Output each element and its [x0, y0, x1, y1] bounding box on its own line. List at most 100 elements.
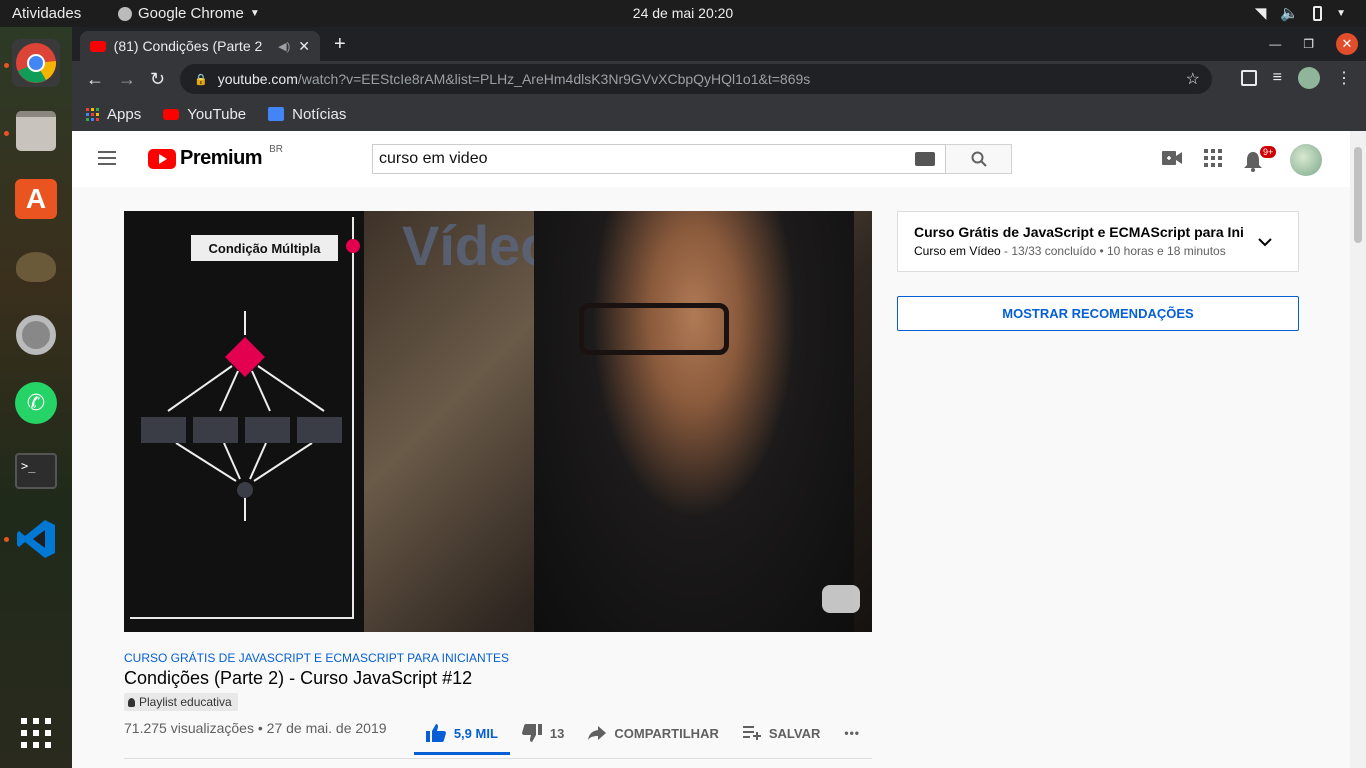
chrome-small-icon: [118, 6, 132, 21]
wifi-icon: ◥: [1254, 5, 1267, 22]
save-button[interactable]: SALVAR: [731, 711, 833, 755]
header-actions: 9+: [1162, 144, 1322, 176]
notifications-icon[interactable]: 9+: [1244, 146, 1277, 172]
extension-icon[interactable]: [1240, 70, 1257, 86]
browser-tab[interactable]: (81) Condições (Parte 2 ◀) ✕: [80, 31, 320, 61]
logo-text: Premium: [180, 147, 263, 169]
files-icon[interactable]: [12, 107, 60, 155]
system-top-bar: Atividades Google Chrome ▼ 24 de mai 20:…: [0, 0, 1366, 27]
divider: [124, 758, 872, 759]
dock: A ✆ >_: [0, 27, 72, 768]
video-player[interactable]: Condição Múltipla Vídeo: [124, 211, 872, 632]
window-controls: — ❐ ✕: [1269, 33, 1358, 55]
youtube-favicon-icon: [163, 108, 180, 120]
channel-watermark-icon[interactable]: [822, 585, 860, 613]
dislike-button[interactable]: 13: [510, 711, 576, 755]
gimp-icon[interactable]: [12, 243, 60, 291]
battery-icon: [1313, 5, 1323, 21]
keyboard-icon[interactable]: [915, 152, 935, 166]
account-avatar[interactable]: [1290, 144, 1322, 176]
view-count-and-date: 71.275 visualizações • 27 de mai. de 201…: [124, 720, 387, 736]
youtube-page: Premium BR curso em video 9+ Condição Mú…: [72, 131, 1350, 768]
youtube-header: Premium BR curso em video 9+: [72, 131, 1350, 187]
lock-icon: 🔒: [194, 73, 208, 86]
more-actions-button[interactable]: •••: [832, 711, 872, 755]
search-button[interactable]: [946, 144, 1012, 174]
vscode-icon[interactable]: [12, 515, 60, 563]
caret-down-icon: ▼: [249, 8, 260, 19]
maximize-icon[interactable]: ❐: [1303, 37, 1314, 51]
software-center-icon[interactable]: A: [12, 175, 60, 223]
presenter: [534, 211, 854, 632]
close-window-icon[interactable]: ✕: [1336, 33, 1358, 55]
lightbulb-icon: [128, 697, 135, 707]
settings-icon[interactable]: [12, 311, 60, 359]
tab-close-icon[interactable]: ✕: [298, 38, 310, 55]
caret-down-icon: ▼: [1336, 7, 1346, 19]
minimize-icon[interactable]: —: [1269, 37, 1281, 51]
new-tab-button[interactable]: +: [334, 33, 346, 56]
app-grid-icon[interactable]: [12, 709, 60, 757]
search-input[interactable]: curso em video: [372, 144, 946, 174]
notification-count-badge: 9+: [1260, 146, 1277, 158]
scrollbar-thumb[interactable]: [1354, 147, 1362, 243]
playlist-title[interactable]: Curso Grátis de JavaScript e ECMAScript …: [914, 224, 1244, 240]
bookmark-label: Apps: [107, 105, 142, 123]
bookmarks-bar: Apps YouTube Notícias: [72, 97, 1366, 131]
whatsapp-icon[interactable]: ✆: [12, 379, 60, 427]
thumbs-down-icon: [521, 724, 542, 742]
reload-icon[interactable]: ↻: [150, 69, 165, 90]
video-actions: 5,9 MIL 13 COMPARTILHAR SALVAR •••: [413, 711, 872, 755]
background-sign: Vídeo: [402, 214, 555, 277]
bookmark-star-icon[interactable]: ☆: [1186, 69, 1200, 89]
apps-icon[interactable]: [1204, 148, 1222, 172]
education-chip[interactable]: Playlist educativa: [124, 693, 238, 711]
app-menu-label: Google Chrome: [138, 5, 244, 22]
system-tray[interactable]: ◥ 🔈 ▼: [1255, 4, 1346, 22]
terminal-icon[interactable]: >_: [12, 447, 60, 495]
bookmark-youtube[interactable]: YouTube: [163, 106, 246, 123]
menu-icon[interactable]: [98, 151, 116, 170]
create-video-icon[interactable]: [1162, 150, 1182, 170]
forward-icon[interactable]: →: [118, 69, 136, 90]
more-icon: •••: [844, 726, 860, 740]
bookmark-label: Notícias: [292, 105, 347, 123]
media-control-icon[interactable]: ≡: [1273, 69, 1282, 87]
profile-avatar[interactable]: [1298, 67, 1320, 89]
presenter-scene: Vídeo: [364, 211, 872, 632]
video-stats-row: 71.275 visualizações • 27 de mai. de 201…: [124, 711, 872, 759]
tab-title: (81) Condições (Parte 2: [113, 38, 263, 54]
bookmark-label: YouTube: [187, 105, 247, 123]
bookmark-apps[interactable]: Apps: [86, 106, 141, 123]
presenter-glasses: [579, 303, 729, 355]
playlist-channel[interactable]: Curso em Vídeo: [914, 244, 1001, 258]
youtube-logo[interactable]: Premium BR: [148, 144, 283, 170]
diagram-panel: Condição Múltipla: [124, 211, 364, 632]
browser-frame: (81) Condições (Parte 2 ◀) ✕ + — ❐ ✕ ← →…: [72, 27, 1366, 131]
activities-button[interactable]: Atividades: [12, 5, 81, 22]
chevron-down-icon[interactable]: [1258, 234, 1272, 252]
video-title: Condições (Parte 2) - Curso JavaScript #…: [124, 668, 473, 688]
browser-toolbar: ← → ↻ 🔒 youtube.com/watch?v=EEStcIe8rAM&…: [72, 61, 1366, 97]
bookmark-noticias[interactable]: Notícias: [268, 106, 346, 123]
chrome-icon[interactable]: [12, 39, 60, 87]
back-icon[interactable]: ←: [86, 69, 104, 90]
page-scrollbar[interactable]: [1350, 131, 1366, 768]
share-button[interactable]: COMPARTILHAR: [576, 711, 730, 755]
audio-playing-icon: ◀): [278, 40, 291, 53]
search-icon: [971, 151, 987, 167]
like-button[interactable]: 5,9 MIL: [413, 711, 510, 755]
app-menu[interactable]: Google Chrome ▼: [118, 5, 260, 22]
url-path: /watch?v=EEStcIe8rAM&list=PLHz_AreHm4dls…: [297, 71, 811, 87]
show-recommendations-button[interactable]: MOSTRAR RECOMENDAÇÕES: [897, 296, 1299, 331]
save-label: SALVAR: [768, 725, 821, 741]
thumbs-up-icon: [425, 724, 446, 742]
address-bar[interactable]: 🔒 youtube.com/watch?v=EEStcIe8rAM&list=P…: [180, 64, 1212, 94]
video-info: CURSO GRÁTIS DE JAVASCRIPT E ECMASCRIPT …: [124, 651, 872, 712]
dislike-count: 13: [549, 725, 565, 741]
chrome-menu-icon[interactable]: ⋮: [1336, 68, 1352, 88]
playlist-panel[interactable]: Curso Grátis de JavaScript e ECMAScript …: [897, 211, 1299, 272]
youtube-favicon-icon: [90, 40, 106, 52]
playlist-meta-row: Curso em Vídeo - 13/33 concluído • 10 ho…: [914, 244, 1282, 258]
playlist-link[interactable]: CURSO GRÁTIS DE JAVASCRIPT E ECMASCRIPT …: [124, 651, 872, 665]
